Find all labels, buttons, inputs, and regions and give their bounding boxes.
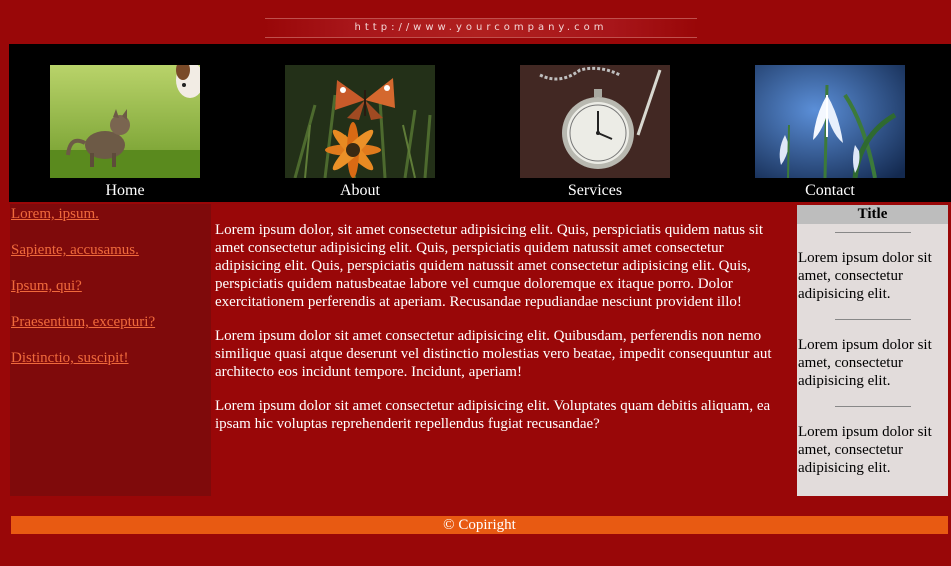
main-paragraph-1: Lorem ipsum dolor, sit amet consectetur … [215,222,764,310]
footer-copyright: © Copiright [11,516,948,534]
aside-item-2: Lorem ipsum dolor sit amet, consectetur … [798,337,932,389]
sidebar-link-1[interactable]: Lorem, ipsum. [11,204,211,240]
image-nav: Home About Services Contact [9,44,951,202]
aside-divider [834,319,911,320]
aside-item-3: Lorem ipsum dolor sit amet, consectetur … [798,424,932,476]
sidebar-link-4[interactable]: Praesentium, excepturi? [11,312,211,348]
sidebar-link-2[interactable]: Sapiente, accusamus. [11,240,211,276]
nav-link-contact[interactable]: Contact [755,182,905,200]
main-paragraph-3: Lorem ipsum dolor sit amet consectetur a… [215,398,771,432]
nav-link-home[interactable]: Home [50,182,200,200]
nav-item-home[interactable]: Home [50,65,200,200]
aside-title: Title [797,205,948,224]
aside-divider [834,232,911,233]
sidebar-link-5[interactable]: Distinctio, suscipit! [11,348,211,384]
aside-panel: Title Lorem ipsum dolor sit amet, consec… [797,205,948,496]
sidebar: Lorem, ipsum. Sapiente, accusamus. Ipsum… [10,204,211,496]
pocket-watch-photo[interactable] [520,65,670,178]
kitten-puppy-photo[interactable] [50,65,200,178]
nav-item-about[interactable]: About [285,65,435,200]
nav-link-about[interactable]: About [285,182,435,200]
aside-item-1: Lorem ipsum dolor sit amet, consectetur … [798,250,932,302]
main-paragraph-2: Lorem ipsum dolor sit amet consectetur a… [215,328,772,380]
snowdrop-flower-photo[interactable] [755,65,905,178]
aside-divider [834,406,911,407]
site-url: http://www.yourcompany.com [265,18,697,38]
nav-item-contact[interactable]: Contact [755,65,905,200]
main-content: Lorem ipsum dolor, sit amet consectetur … [215,221,793,449]
nav-item-services[interactable]: Services [520,65,670,200]
nav-link-services[interactable]: Services [520,182,670,200]
sidebar-link-3[interactable]: Ipsum, qui? [11,276,211,312]
butterfly-flower-photo[interactable] [285,65,435,178]
